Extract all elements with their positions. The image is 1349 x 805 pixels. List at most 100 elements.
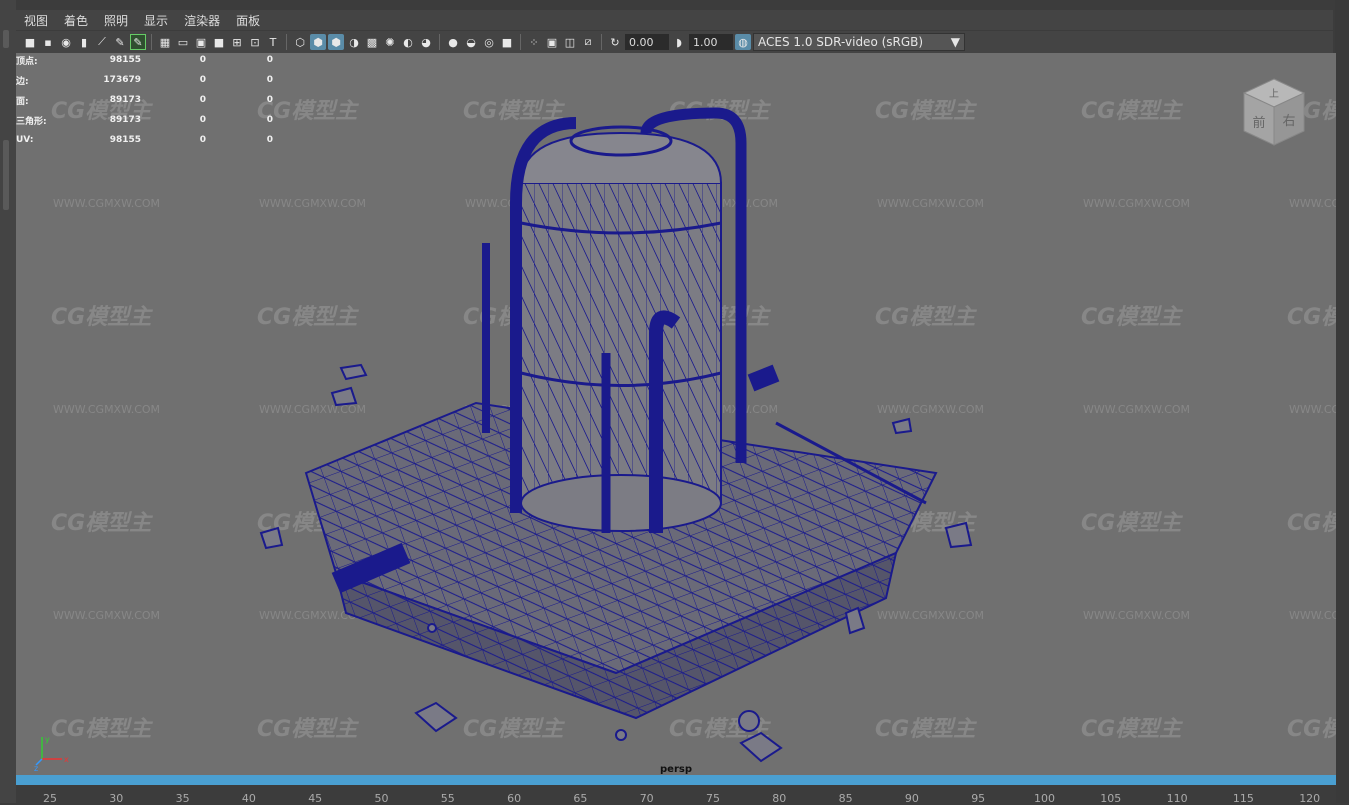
hud-label: 三角形: [16, 116, 47, 127]
timeline-tick-label: 30 [109, 792, 124, 805]
smooth-shade-icon[interactable]: ⬢ [310, 34, 326, 50]
depth-of-field-icon[interactable]: ■ [499, 34, 515, 50]
time-ruler[interactable]: 25 30 35 40 45 50 55 60 65 70 75 80 85 90 95 100 105 110 1… [16, 785, 1336, 805]
bookmark-icon[interactable]: ◉ [58, 34, 74, 50]
menu-lighting[interactable]: 照明 [96, 12, 136, 29]
gamma-field[interactable] [689, 34, 733, 50]
xray-icon[interactable]: ▣ [544, 34, 560, 50]
timeline-tick-label: 110 [1166, 792, 1188, 805]
gate-mask-icon[interactable]: ■ [211, 34, 227, 50]
hud-value: 0 [199, 135, 206, 145]
hud-label: 边: [16, 76, 29, 87]
color-management-icon[interactable]: ◍ [735, 34, 751, 50]
axis-y-label: y [45, 735, 50, 744]
exposure-field[interactable] [625, 34, 669, 50]
hud-row-faces: 面: 89173 0 0 [16, 90, 273, 110]
wireframe-icon[interactable]: ⬡ [292, 34, 308, 50]
ambient-occlusion-icon[interactable]: ◕ [418, 34, 434, 50]
hud-label: 面: [16, 96, 29, 107]
hud-value: 89173 [109, 95, 141, 105]
motion-blur-icon[interactable]: ◒ [463, 34, 479, 50]
camera-name-label: persp [660, 764, 692, 775]
wireframe-on-shaded-icon[interactable]: ⬢ [328, 34, 344, 50]
menu-view[interactable]: 视图 [16, 12, 56, 29]
hud-value: 89173 [109, 115, 141, 125]
safe-action-icon[interactable]: ⊡ [247, 34, 263, 50]
menu-shading[interactable]: 着色 [56, 12, 96, 29]
menu-renderer[interactable]: 渲染器 [176, 12, 228, 29]
field-chart-icon[interactable]: ⊞ [229, 34, 245, 50]
timeline-tick-label: 60 [507, 792, 522, 805]
timeline-tick-label: 45 [308, 792, 323, 805]
viewcube-top-label[interactable]: 上 [1269, 88, 1279, 100]
timeline-tick-label: 80 [772, 792, 787, 805]
left-panel-strip [0, 0, 16, 803]
select-camera-icon[interactable]: ■ [22, 34, 38, 50]
timeline-tick-label: 120 [1299, 792, 1321, 805]
timeline-tick-label: 100 [1034, 792, 1055, 805]
toolbar-divider [601, 34, 602, 50]
view-cube[interactable]: 上 前 右 [1242, 75, 1306, 151]
resolution-gate-icon[interactable]: ▣ [193, 34, 209, 50]
viewcube-front-label[interactable]: 前 [1252, 115, 1265, 131]
isolate-select-icon[interactable]: ⁘ [526, 34, 542, 50]
menu-show[interactable]: 显示 [136, 12, 176, 29]
hud-row-edges: 边: 173679 0 0 [16, 70, 273, 90]
timeline-tick-label: 95 [971, 792, 986, 805]
tank [520, 125, 722, 532]
shadows-icon[interactable]: ◐ [400, 34, 416, 50]
gamma-icon[interactable]: ◗ [671, 34, 687, 50]
film-gate-icon[interactable]: ▭ [175, 34, 191, 50]
hud-value: 173679 [103, 75, 141, 85]
wireframe-model [259, 107, 973, 763]
hud-value: 0 [266, 95, 273, 105]
grid-icon[interactable]: ▦ [157, 34, 173, 50]
hud-row-vertices: 顶点: 98155 0 0 [16, 50, 273, 70]
hud-value: 0 [199, 55, 206, 65]
exposure-icon[interactable]: ↻ [607, 34, 623, 50]
hud-value: 0 [199, 95, 206, 105]
hud-row-triangles: 三角形: 89173 0 0 [16, 110, 273, 130]
textured-icon[interactable]: ▩ [364, 34, 380, 50]
grease-pencil-icon[interactable]: ✎ [112, 34, 128, 50]
time-slider-bar[interactable] [16, 775, 1336, 785]
menu-panels[interactable]: 面板 [228, 12, 268, 29]
draw-tool-icon[interactable]: ✎ [130, 34, 146, 50]
timeline-tick-label: 25 [43, 792, 57, 805]
hud-label: 顶点: [16, 56, 38, 67]
timeline-tick-label: 70 [639, 792, 654, 805]
xray-active-components-icon[interactable]: ◫ [562, 34, 578, 50]
timeline-tick-label: 35 [175, 792, 190, 805]
hud-value: 98155 [109, 135, 141, 145]
toolbar-divider [151, 34, 152, 50]
3d-viewport[interactable]: CG模型主 WWW.CGMXW.COM CG模型主 WWW.CGMXW.COM CG模型… [16, 53, 1336, 775]
default-material-icon[interactable]: ◑ [346, 34, 362, 50]
hud-value: 0 [266, 75, 273, 85]
hud-value: 0 [266, 135, 273, 145]
view-transform-value: ACES 1.0 SDR-video (sRGB) [758, 35, 924, 49]
view-transform-dropdown[interactable]: ACES 1.0 SDR-video (sRGB) ▼ [753, 33, 965, 51]
2d-pan-zoom-icon[interactable]: ⟋ [94, 34, 110, 50]
screen-space-ao-icon[interactable]: ● [445, 34, 461, 50]
viewport-menubar: 视图 着色 照明 显示 渲染器 面板 [16, 10, 1333, 30]
camera-attributes-icon[interactable]: ▪ [40, 34, 56, 50]
multisample-aa-icon[interactable]: ◎ [481, 34, 497, 50]
timeline-tick-label: 75 [706, 792, 720, 805]
timeline-tick-label: 65 [573, 792, 588, 805]
timeline-tick-label: 55 [440, 792, 455, 805]
timeline-tick-label: 50 [374, 792, 389, 805]
timeline-tick-label: 115 [1232, 792, 1254, 805]
scroll-handle[interactable] [3, 140, 9, 210]
timeline-tick-label: 90 [904, 792, 919, 805]
safe-title-icon[interactable]: T [265, 34, 281, 50]
shelf-tab-handle[interactable] [3, 30, 9, 48]
use-all-lights-icon[interactable]: ✺ [382, 34, 398, 50]
toolbar-divider [520, 34, 521, 50]
image-plane-icon[interactable]: ▮ [76, 34, 92, 50]
xray-joints-icon[interactable]: ⧄ [580, 34, 596, 50]
viewcube-right-label[interactable]: 右 [1282, 114, 1295, 129]
timeline-tick-label: 85 [838, 792, 853, 805]
timeline-tick-label: 40 [241, 792, 256, 805]
hud-label: UV: [16, 135, 34, 145]
hud-value: 0 [266, 115, 273, 125]
